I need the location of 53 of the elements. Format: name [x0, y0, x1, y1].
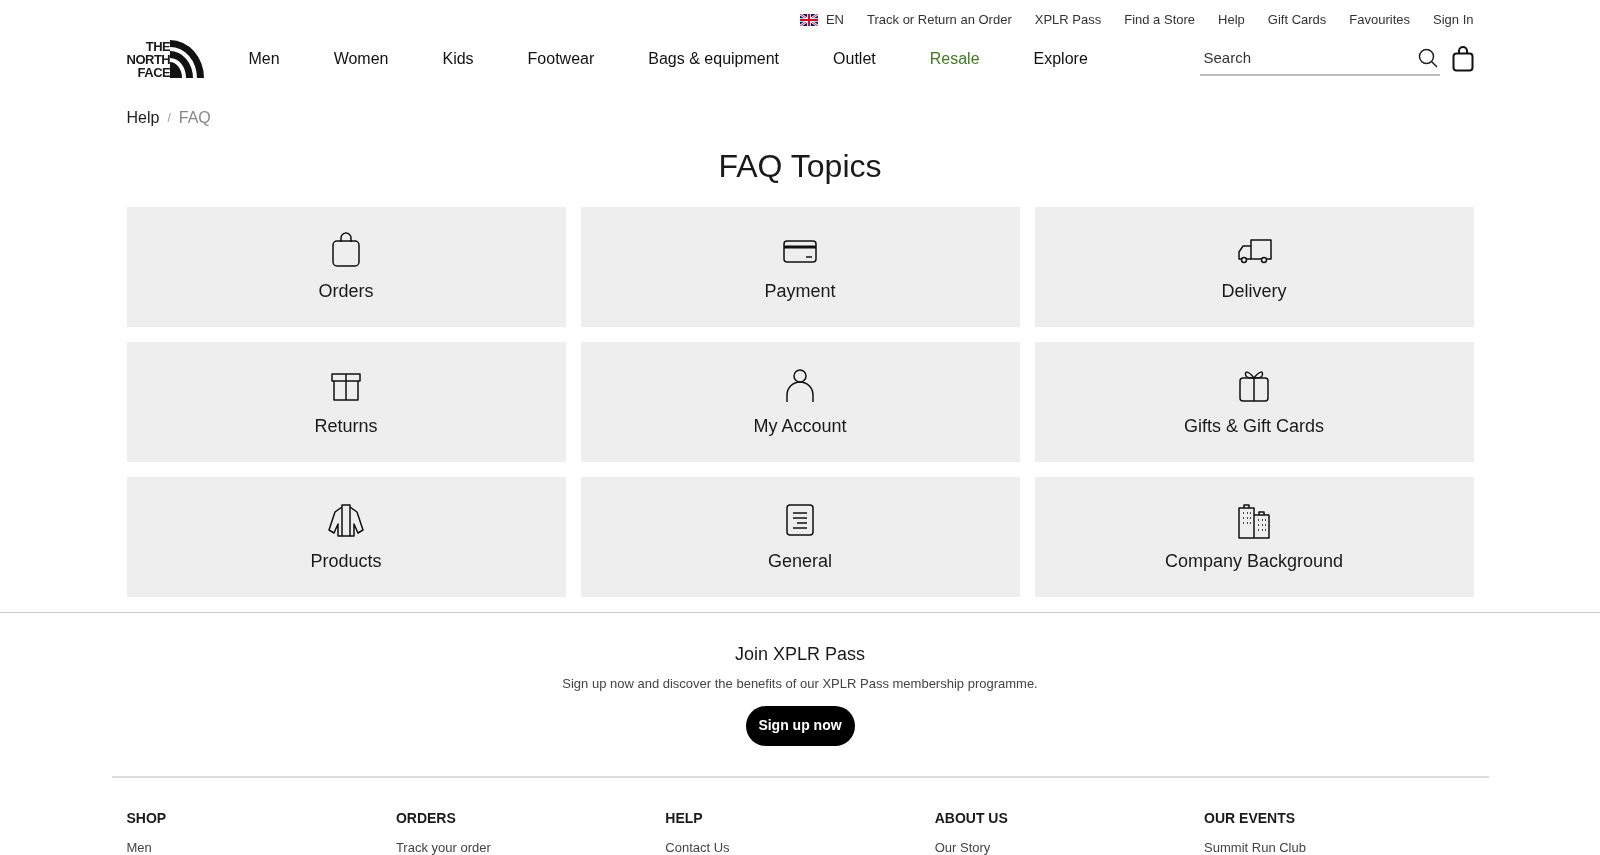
nav-link[interactable]: Bags & equipment [648, 47, 780, 71]
topic-card[interactable]: Returns [126, 342, 566, 462]
topic-card[interactable]: Payment [580, 207, 1020, 327]
utility-link[interactable]: XPLR Pass [1034, 10, 1102, 30]
utility-link[interactable]: Help [1218, 10, 1245, 30]
nav-link[interactable]: Footwear [527, 47, 595, 71]
footer-heading: ORDERS [395, 809, 457, 826]
nav-link[interactable]: Resale [929, 47, 980, 71]
jacket-icon [328, 502, 364, 540]
footer-link[interactable]: Contact Us [665, 839, 935, 855]
footer-heading: ABOUT US [934, 809, 1009, 826]
topic-card[interactable]: General [580, 477, 1020, 597]
search-field[interactable]: Search [1199, 46, 1418, 70]
footer-heading: HELP [665, 809, 704, 826]
footer-heading: SHOP [126, 809, 168, 826]
membership-heading: Join XPLR Pass [734, 643, 866, 666]
nav-link[interactable]: Outlet [833, 47, 876, 71]
search-icon[interactable] [1417, 48, 1438, 68]
logo[interactable]: THE NORTH FACE [126, 39, 211, 79]
nav-link[interactable]: Kids [442, 47, 474, 71]
topic-card[interactable]: Products [126, 477, 566, 597]
footer-heading: OUR EVENTS [1204, 809, 1297, 826]
page-title: FAQ Topics [717, 147, 883, 186]
topic-card[interactable]: Delivery [1034, 207, 1474, 327]
language-link[interactable]: EN [825, 10, 844, 30]
breadcrumb-link[interactable]: FAQ [178, 106, 211, 130]
breadcrumb-separator: / [167, 110, 171, 127]
nav-link[interactable]: Women [333, 47, 389, 71]
nav-link[interactable]: Explore [1033, 47, 1088, 71]
utility-link[interactable]: Find a Store [1124, 10, 1196, 30]
logo-text: THE [145, 39, 171, 53]
topic-card[interactable]: Orders [126, 207, 566, 327]
utility-link[interactable]: Sign In [1433, 10, 1474, 30]
utility-link[interactable]: Gift Cards [1267, 10, 1327, 30]
logo-text: FACE [137, 65, 171, 79]
footer-link[interactable]: Summit Run Club [1204, 839, 1474, 855]
flag-icon [799, 14, 818, 26]
logo-dome-icon [170, 40, 205, 78]
utility-link[interactable]: Favourites [1349, 10, 1410, 30]
logo-text: NORTH [126, 52, 171, 66]
footer-link[interactable]: Track your order [395, 839, 666, 855]
shopping-bag-icon[interactable] [1451, 46, 1474, 72]
sign-up-button[interactable]: Sign up now [745, 705, 855, 746]
topic-card[interactable]: My Account [580, 342, 1020, 462]
topic-card[interactable]: Company Background [1034, 477, 1474, 597]
membership-text: Sign up now and discover the benefits of our XPLR Pass membership programme. [562, 675, 1038, 693]
breadcrumb-link[interactable]: Help [126, 106, 160, 130]
footer-link[interactable]: Our Story [934, 839, 1205, 855]
topic-card[interactable]: Gifts & Gift Cards [1034, 342, 1474, 462]
utility-link[interactable]: Track or Return an Order [867, 10, 1012, 30]
buildings-icon [1236, 502, 1272, 540]
nav-link[interactable]: Men [248, 47, 280, 71]
footer-link[interactable]: Men [126, 839, 396, 855]
